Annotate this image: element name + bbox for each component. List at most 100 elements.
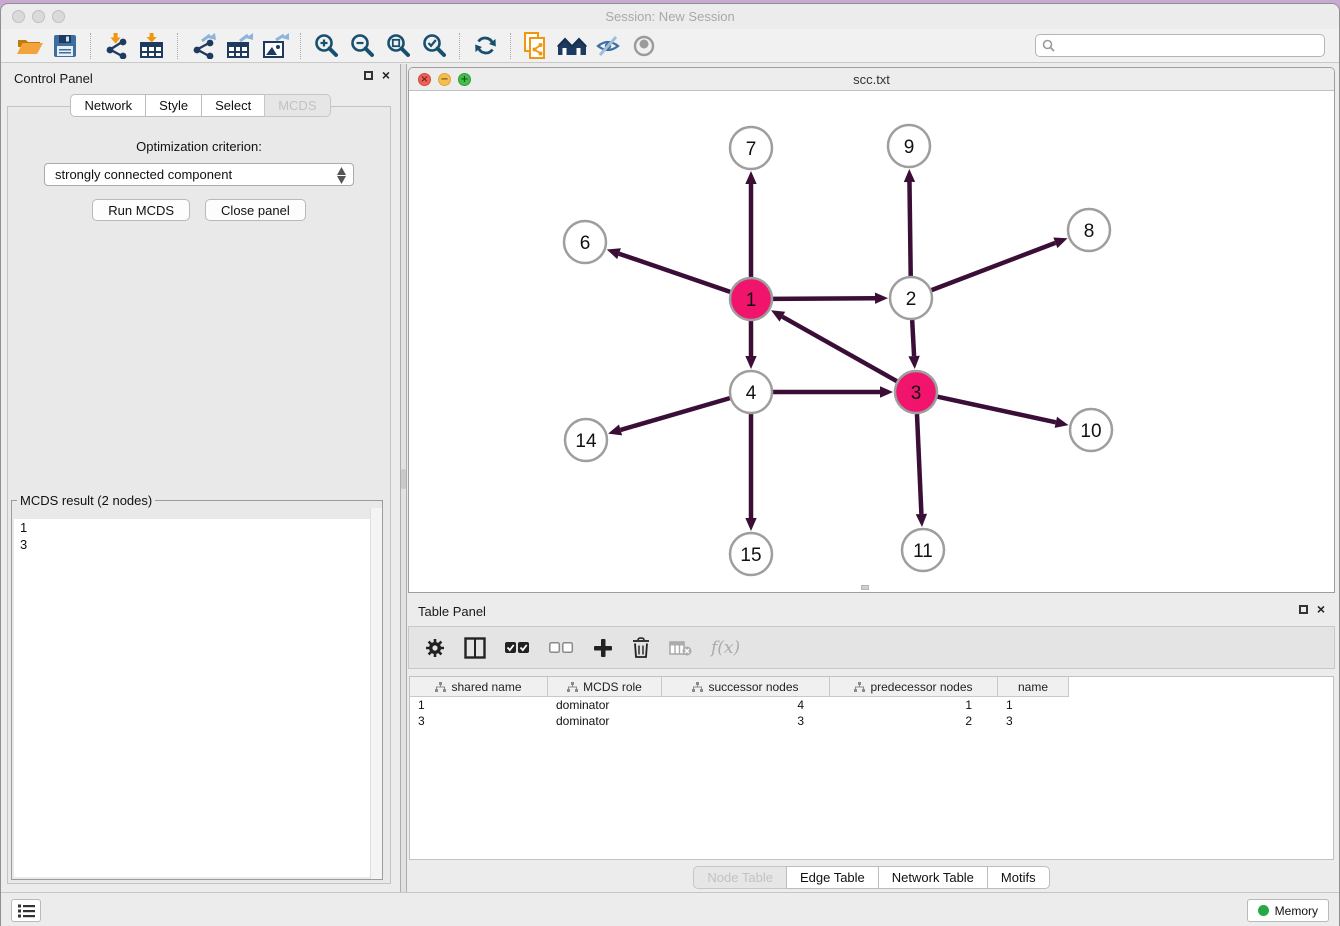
new-network-from-selection-button[interactable] <box>518 31 554 61</box>
delete-column-icon[interactable] <box>632 637 650 658</box>
column-header-name[interactable]: name <box>998 677 1069 697</box>
node-table-header: shared nameMCDS rolesuccessor nodesprede… <box>410 677 1069 697</box>
add-column-icon[interactable] <box>593 638 613 658</box>
memory-button[interactable]: Memory <box>1247 899 1329 922</box>
network-resize-handle[interactable] <box>861 585 869 590</box>
graph-node-8[interactable]: 8 <box>1068 209 1110 251</box>
graph-node-11[interactable]: 11 <box>902 529 944 571</box>
zoom-selected-button[interactable] <box>416 31 452 61</box>
deselect-all-columns-icon[interactable] <box>549 642 574 654</box>
close-panel-icon[interactable]: × <box>1317 604 1325 615</box>
graph-node-label: 3 <box>911 383 922 404</box>
delete-table-icon[interactable] <box>669 640 692 656</box>
graph-edge-3-1[interactable] <box>771 310 897 381</box>
window-title: Session: New Session <box>1 9 1339 24</box>
refresh-button[interactable] <box>467 31 503 61</box>
graph-edge-1-2[interactable] <box>773 293 888 304</box>
column-layout-icon[interactable] <box>464 637 486 659</box>
column-header-MCDS-role[interactable]: MCDS role <box>548 677 662 697</box>
graph-edge-1-7[interactable] <box>745 171 756 277</box>
home-button[interactable] <box>554 31 590 61</box>
import-network-button[interactable] <box>98 31 134 61</box>
graph-node-15[interactable]: 15 <box>730 533 772 575</box>
close-panel-button[interactable]: Close panel <box>205 199 306 221</box>
tab-select[interactable]: Select <box>201 94 265 117</box>
open-file-button[interactable] <box>11 31 47 61</box>
export-network-button[interactable] <box>185 31 221 61</box>
graph-edge-3-11[interactable] <box>916 414 927 527</box>
search-input[interactable] <box>1060 39 1318 53</box>
control-panel-title: Control Panel <box>14 71 93 86</box>
graph-edge-2-8[interactable] <box>932 238 1068 291</box>
show-hidden-button[interactable] <box>626 31 662 61</box>
result-scrollbar[interactable] <box>370 508 382 879</box>
graph-node-label: 8 <box>1084 221 1095 242</box>
divider-handle-icon[interactable] <box>401 469 406 489</box>
graph-edge-4-15[interactable] <box>745 414 756 531</box>
sort-tree-icon <box>435 682 446 693</box>
network-canvas[interactable]: 7 9 6 8 1 2 4 3 14 10 15 11 <box>409 92 1334 593</box>
graph-node-label: 11 <box>913 541 933 562</box>
column-header-predecessor-nodes[interactable]: predecessor nodes <box>830 677 998 697</box>
graph-node-label: 1 <box>746 290 757 311</box>
hide-selected-button[interactable] <box>590 31 626 61</box>
tab-node-table[interactable]: Node Table <box>693 866 787 889</box>
table-panel-title: Table Panel <box>418 604 486 619</box>
tab-network[interactable]: Network <box>70 94 146 117</box>
graph-edge-1-6[interactable] <box>607 248 730 292</box>
zoom-out-button[interactable] <box>344 31 380 61</box>
graph-node-7[interactable]: 7 <box>730 127 772 169</box>
network-window-titlebar[interactable]: × − + scc.txt <box>409 68 1334 91</box>
tab-mcds[interactable]: MCDS <box>264 94 330 117</box>
search-box <box>1035 34 1325 57</box>
function-builder-icon[interactable]: f(x) <box>711 638 740 658</box>
tab-network-table[interactable]: Network Table <box>878 866 988 889</box>
export-table-button[interactable] <box>221 31 257 61</box>
save-session-button[interactable] <box>47 31 83 61</box>
graph-node-4[interactable]: 4 <box>730 371 772 413</box>
run-mcds-button[interactable]: Run MCDS <box>92 199 190 221</box>
mcds-result-title: MCDS result (2 nodes) <box>17 493 155 508</box>
column-header-shared-name[interactable]: shared name <box>410 677 548 697</box>
tab-style[interactable]: Style <box>145 94 202 117</box>
float-panel-icon[interactable] <box>1299 605 1308 614</box>
graph-edge-2-9[interactable] <box>904 169 915 276</box>
table-row[interactable]: 3dominator323 <box>410 713 1069 729</box>
graph-edge-4-14[interactable] <box>608 398 730 435</box>
graph-node-9[interactable]: 9 <box>888 125 930 167</box>
tab-motifs[interactable]: Motifs <box>987 866 1050 889</box>
sort-tree-icon <box>854 682 865 693</box>
import-network-icon <box>103 33 129 59</box>
network-from-selection-icon <box>523 32 549 60</box>
settings-gear-icon[interactable] <box>425 638 445 658</box>
graph-node-2[interactable]: 2 <box>890 277 932 319</box>
export-image-button[interactable] <box>257 31 293 61</box>
table-cell: 3 <box>998 713 1069 729</box>
import-table-button[interactable] <box>134 31 170 61</box>
tab-edge-table[interactable]: Edge Table <box>786 866 879 889</box>
graph-edge-2-3[interactable] <box>908 320 919 369</box>
mcds-result-item: 3 <box>14 536 380 553</box>
toolbar-separator <box>177 33 178 59</box>
float-panel-icon[interactable] <box>364 71 373 80</box>
graph-node-10[interactable]: 10 <box>1070 409 1112 451</box>
panel-divider[interactable] <box>400 64 407 893</box>
graph-node-3[interactable]: 3 <box>895 371 937 413</box>
select-all-columns-icon[interactable] <box>505 642 530 654</box>
table-row[interactable]: 1dominator411 <box>410 697 1069 713</box>
graph-node-14[interactable]: 14 <box>565 419 607 461</box>
zoom-fit-button[interactable] <box>380 31 416 61</box>
graph-edge-1-4[interactable] <box>745 321 756 369</box>
graph-edge-4-3[interactable] <box>773 386 893 397</box>
task-history-button[interactable] <box>11 899 41 922</box>
column-header-successor-nodes[interactable]: successor nodes <box>662 677 830 697</box>
zoom-in-button[interactable] <box>308 31 344 61</box>
table-cell: 3 <box>662 713 830 729</box>
graph-edge-3-10[interactable] <box>937 397 1068 428</box>
close-panel-icon[interactable]: × <box>382 70 390 81</box>
sort-tree-icon <box>567 682 578 693</box>
graph-node-1[interactable]: 1 <box>730 278 772 320</box>
mcds-result-list: 13 <box>14 519 380 877</box>
optimization-dropdown[interactable]: strongly connected component <box>44 163 354 186</box>
graph-node-6[interactable]: 6 <box>564 221 606 263</box>
